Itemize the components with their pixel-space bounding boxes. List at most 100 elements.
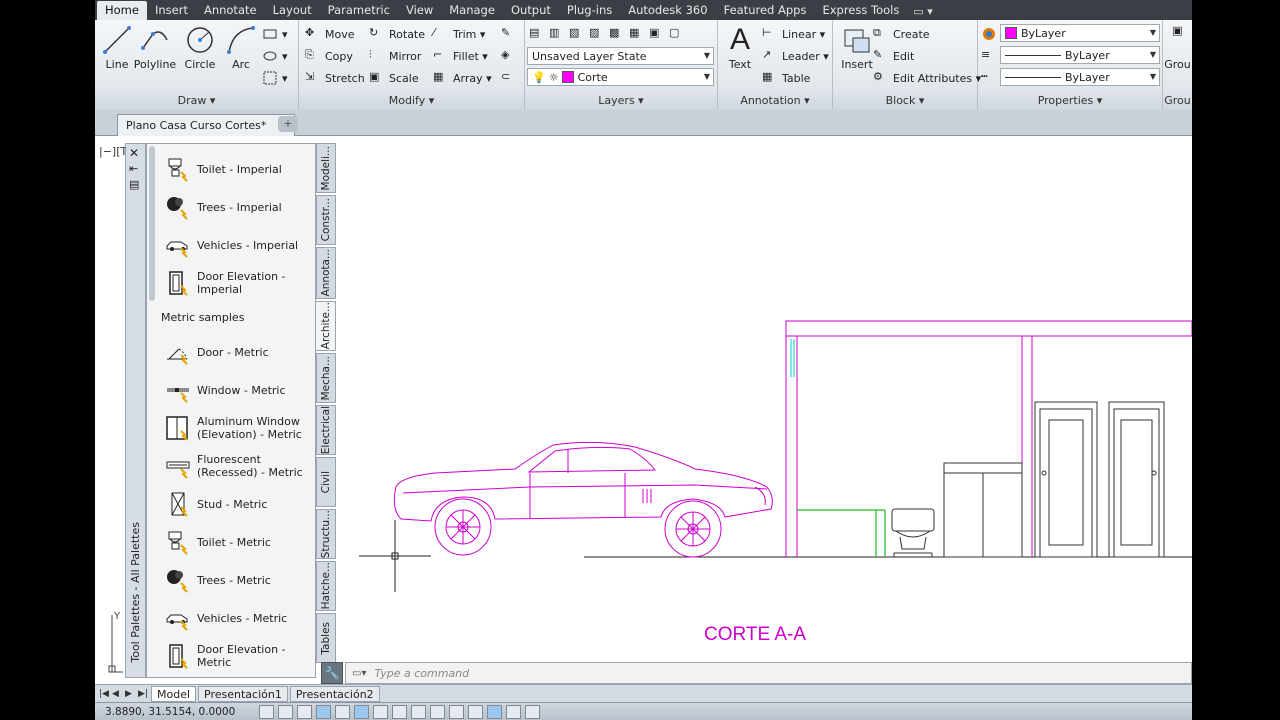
ribbon-tab-output[interactable]: Output xyxy=(503,1,559,20)
prev-tab-icon[interactable]: ◀ xyxy=(112,689,122,699)
palette-tab-constr[interactable]: Constr... xyxy=(316,195,336,245)
dynamic-input-icon[interactable] xyxy=(430,704,445,719)
ribbon-tab-manage[interactable]: Manage xyxy=(441,1,503,20)
fillet-button[interactable]: ⌐ Fillet ▾ xyxy=(433,46,488,66)
ribbon-tab-parametric[interactable]: Parametric xyxy=(320,1,398,20)
customize-wrench-icon[interactable]: 🔧 xyxy=(321,662,343,684)
palette-tool-stud-metric[interactable]: Stud - Metric xyxy=(165,486,315,522)
ribbon-tab-insert[interactable]: Insert xyxy=(147,1,196,20)
color-select[interactable]: ByLayer ▼ xyxy=(1000,24,1160,42)
close-icon[interactable]: ✕ xyxy=(129,146,139,160)
layout-tab-presentaci-n1[interactable]: Presentación1 xyxy=(198,685,288,702)
first-tab-icon[interactable]: |◀ xyxy=(99,689,109,699)
palette-tab-archite[interactable]: Archite... xyxy=(316,301,336,351)
palette-tool-door-metric[interactable]: Door - Metric xyxy=(165,334,315,370)
layout-tab-presentaci-n2[interactable]: Presentación2 xyxy=(289,685,380,702)
grid-display-icon[interactable] xyxy=(297,704,312,719)
modify-panel-title[interactable]: Modify ▾ xyxy=(299,92,524,110)
viewport-control-icon[interactable]: |−][T xyxy=(99,145,128,158)
leader-button[interactable]: ↗ Leader ▾ xyxy=(762,46,829,66)
palette-tab-modeli[interactable]: Modeli... xyxy=(316,143,336,193)
palette-tool-trees-metric[interactable]: Trees - Metric xyxy=(165,562,315,598)
linetype-select[interactable]: ByLayer ▼ xyxy=(1000,68,1160,86)
ribbon-tab-plug-ins[interactable]: Plug-ins xyxy=(559,1,620,20)
ribbon-tab-view[interactable]: View xyxy=(398,1,441,20)
infer-constraints-icon[interactable] xyxy=(259,704,274,719)
palette-tool-trees-imperial[interactable]: Trees - Imperial xyxy=(165,189,315,225)
ortho-mode-icon[interactable] xyxy=(316,704,331,719)
selection-cycling-icon[interactable] xyxy=(506,704,521,719)
arc-button[interactable]: Arc xyxy=(219,24,263,71)
new-tab-button[interactable]: + xyxy=(278,116,298,132)
ellipse-button[interactable]: ▾ xyxy=(262,46,288,66)
offset-button[interactable]: ⊂ xyxy=(501,68,521,88)
palette-properties-icon[interactable]: ▤ xyxy=(129,178,139,191)
current-layer-select[interactable]: 💡 ☼ Corte ▼ xyxy=(527,68,714,86)
next-tab-icon[interactable]: ▶ xyxy=(125,689,135,699)
palette-tab-electrical[interactable]: Electrical xyxy=(316,405,336,455)
rotate-button[interactable]: ↻ Rotate xyxy=(369,24,425,44)
create-block-button[interactable]: ⧉ Create xyxy=(873,24,930,44)
palette-title-strip[interactable]: ✕ ⇤ ▤ Tool Palettes - All Palettes xyxy=(125,143,146,678)
text-button[interactable]: A Text xyxy=(718,24,762,72)
ribbon-tab-home[interactable]: Home xyxy=(97,1,147,20)
ribbon-tab-layout[interactable]: Layout xyxy=(265,1,320,20)
layers-panel-title[interactable]: Layers ▾ xyxy=(525,92,717,110)
mirror-button[interactable]: ⫶ Mirror xyxy=(369,46,421,66)
draw-panel-title[interactable]: Draw ▾ xyxy=(95,92,298,110)
edit-attributes-button[interactable]: ⚙ Edit Attributes ▾ xyxy=(873,68,981,88)
last-tab-icon[interactable]: ▶| xyxy=(138,689,148,699)
ribbon-tab-featured-apps[interactable]: Featured Apps xyxy=(716,1,815,20)
palette-tab-civil[interactable]: Civil xyxy=(316,457,336,507)
palette-tool-toilet-imperial[interactable]: Toilet - Imperial xyxy=(165,151,315,187)
properties-panel-title[interactable]: Properties ▾ xyxy=(978,92,1162,110)
snap-mode-icon[interactable] xyxy=(278,704,293,719)
edit-block-button[interactable]: ✎ Edit xyxy=(873,46,914,66)
object-snap-tracking-icon[interactable] xyxy=(392,704,407,719)
object-snap-icon[interactable] xyxy=(354,704,369,719)
auto-hide-icon[interactable]: ⇤ xyxy=(129,162,138,175)
polyline-button[interactable]: Polyline xyxy=(133,24,177,71)
trim-button[interactable]: ⁄ Trim ▾ xyxy=(433,24,485,44)
layer-state-select[interactable]: Unsaved Layer State ▼ xyxy=(527,47,714,65)
scale-button[interactable]: ▣ Scale xyxy=(369,68,419,88)
move-button[interactable]: ✥ Move xyxy=(305,24,355,44)
linear-dimension-button[interactable]: ⊢ Linear ▾ xyxy=(762,24,825,44)
palette-tool-fluorescent-recessed-metric[interactable]: Fluorescent (Recessed) - Metric xyxy=(165,448,315,484)
3d-object-snap-icon[interactable] xyxy=(373,704,388,719)
erase-button[interactable]: ✎ xyxy=(501,24,521,44)
palette-tool-door-elevation-metric[interactable]: Door Elevation - Metric xyxy=(165,638,315,674)
circle-button[interactable]: Circle xyxy=(178,24,222,71)
ribbon-tab-autodesk-360[interactable]: Autodesk 360 xyxy=(620,1,715,20)
palette-tab-structu[interactable]: Structu... xyxy=(316,509,336,559)
document-tab[interactable]: Plano Casa Curso Cortes*✕ xyxy=(117,114,295,136)
copy-button[interactable]: ⎘ Copy xyxy=(305,46,353,66)
group-button[interactable]: ▣ Grou xyxy=(1163,24,1192,71)
palette-tool-aluminum-window-elevation-metric[interactable]: Aluminum Window (Elevation) - Metric xyxy=(165,410,315,446)
hatch-button[interactable]: ▾ xyxy=(262,68,288,88)
lineweight-select[interactable]: ByLayer ▼ xyxy=(1000,46,1160,64)
palette-tab-mecha[interactable]: Mecha... xyxy=(316,353,336,403)
palette-tool-window-metric[interactable]: Window - Metric xyxy=(165,372,315,408)
array-button[interactable]: ▦ Array ▾ xyxy=(433,68,492,88)
rectangle-button[interactable]: ▾ xyxy=(262,24,288,44)
quick-properties-icon[interactable] xyxy=(487,704,502,719)
palette-scrollbar[interactable] xyxy=(149,146,155,301)
transparency-icon[interactable] xyxy=(468,704,483,719)
lineweight-display-icon[interactable] xyxy=(449,704,464,719)
layout-tab-model[interactable]: Model xyxy=(151,685,197,702)
palette-tab-annota[interactable]: Annota... xyxy=(316,247,336,299)
block-panel-title[interactable]: Block ▾ xyxy=(833,92,977,110)
groups-panel-title[interactable]: Grou xyxy=(1163,92,1192,110)
annotation-panel-title[interactable]: Annotation ▾ xyxy=(718,92,832,110)
palette-tool-door-elevation-imperial[interactable]: Door Elevation - Imperial xyxy=(165,265,315,301)
command-line-input[interactable]: ▭▾ Type a command xyxy=(345,662,1192,684)
palette-tab-hatche[interactable]: Hatche... xyxy=(316,561,336,611)
layer-tools-row[interactable]: ▤ ▥ ▧ ▨ ▩ ▦ ▣ ▢ xyxy=(529,24,689,44)
explode-button[interactable]: ◈ xyxy=(501,46,521,66)
annotation-monitor-icon[interactable] xyxy=(525,704,540,719)
palette-tab-tables[interactable]: Tables xyxy=(316,613,336,663)
palette-tool-vehicles-metric[interactable]: Vehicles - Metric xyxy=(165,600,315,636)
palette-tool-toilet-metric[interactable]: Toilet - Metric xyxy=(165,524,315,560)
ribbon-minimize-icon[interactable]: ▭ ▾ xyxy=(907,3,938,20)
